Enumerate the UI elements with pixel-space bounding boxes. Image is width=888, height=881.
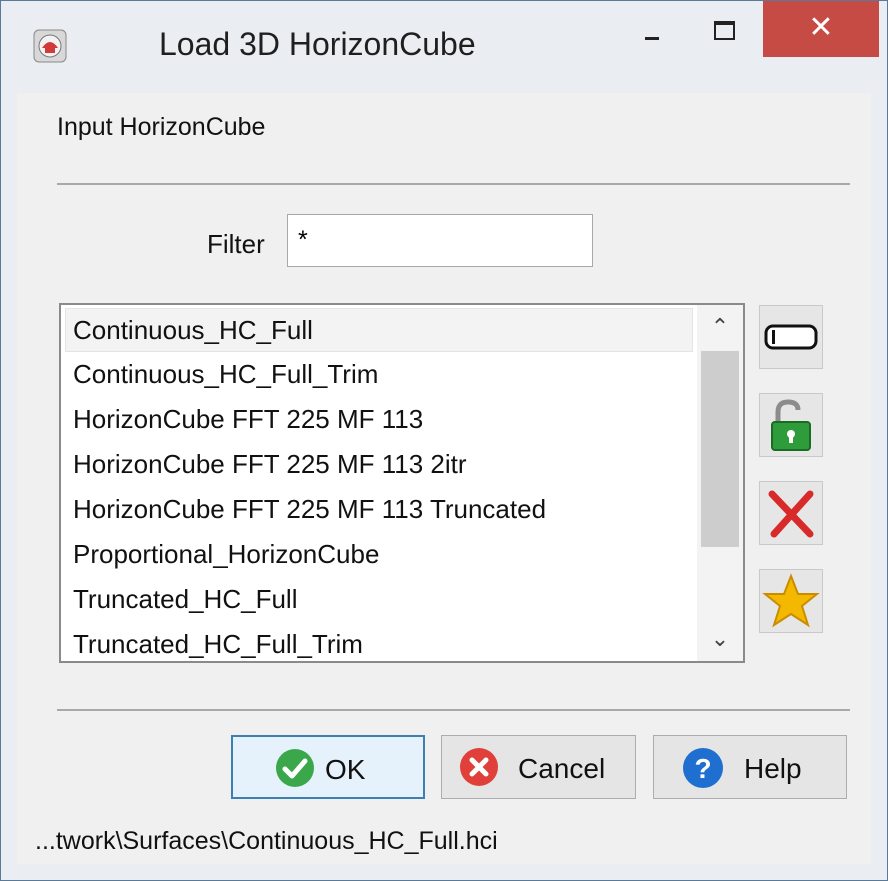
close-icon: ✕: [808, 11, 834, 44]
list-item[interactable]: HorizonCube FFT 225 MF 113 2itr: [61, 442, 697, 487]
close-button[interactable]: ✕: [763, 1, 879, 57]
rename-icon: [764, 324, 818, 350]
horizoncube-list[interactable]: Continuous_HC_Full Continuous_HC_Full_Tri…: [59, 303, 745, 663]
filter-label: Filter: [207, 229, 265, 259]
scroll-up-icon[interactable]: ⌃: [697, 307, 743, 347]
window-title: Load 3D HorizonCube: [159, 26, 476, 62]
lock-button[interactable]: [759, 393, 823, 457]
svg-text:?: ?: [694, 753, 711, 784]
title-bar: Load 3D HorizonCube ✕: [1, 1, 887, 93]
cancel-label: Cancel: [518, 753, 606, 784]
top-separator: [57, 183, 850, 185]
help-label: Help: [744, 753, 802, 784]
delete-button[interactable]: [759, 481, 823, 545]
rename-button[interactable]: [759, 305, 823, 369]
list-item[interactable]: Continuous_HC_Full: [65, 308, 693, 352]
star-icon: [762, 573, 820, 628]
dialog-body: Input HorizonCube Filter Continuous_HC_F…: [17, 93, 871, 864]
dialog-window: Load 3D HorizonCube ✕ Input HorizonCube …: [0, 0, 888, 881]
filter-input[interactable]: [287, 214, 593, 267]
input-heading: Input HorizonCube: [57, 113, 266, 141]
scroll-down-icon[interactable]: ⌄: [697, 619, 743, 659]
help-icon: ?: [683, 748, 723, 788]
list-item[interactable]: Continuous_HC_Full_Trim: [61, 352, 697, 397]
list-item[interactable]: Truncated_HC_Full: [61, 577, 697, 622]
list-item[interactable]: Truncated_HC_Full_Trim: [61, 622, 697, 661]
checkmark-icon: [276, 749, 314, 787]
app-icon: [33, 29, 67, 63]
cancel-icon: [460, 748, 498, 786]
unlock-icon: [771, 399, 811, 451]
list-item[interactable]: HorizonCube FFT 225 MF 113 Truncated: [61, 487, 697, 532]
list-scrollbar[interactable]: ⌃ ⌄: [697, 305, 743, 661]
favorite-button[interactable]: [759, 569, 823, 633]
list-item[interactable]: Proportional_HorizonCube: [61, 532, 697, 577]
file-path-status: ...twork\Surfaces\Continuous_HC_Full.hci: [35, 827, 498, 855]
scroll-thumb[interactable]: [701, 351, 739, 547]
ok-button[interactable]: OK: [231, 735, 425, 799]
help-button[interactable]: ? Help: [653, 735, 847, 799]
list-items: Continuous_HC_Full Continuous_HC_Full_Tri…: [61, 305, 697, 661]
maximize-button[interactable]: [689, 3, 761, 55]
bottom-separator: [57, 709, 850, 711]
ok-label: OK: [325, 754, 366, 785]
list-item[interactable]: HorizonCube FFT 225 MF 113: [61, 397, 697, 442]
cancel-button[interactable]: Cancel: [441, 735, 636, 799]
minimize-button[interactable]: [621, 3, 677, 55]
delete-icon: [768, 490, 814, 538]
